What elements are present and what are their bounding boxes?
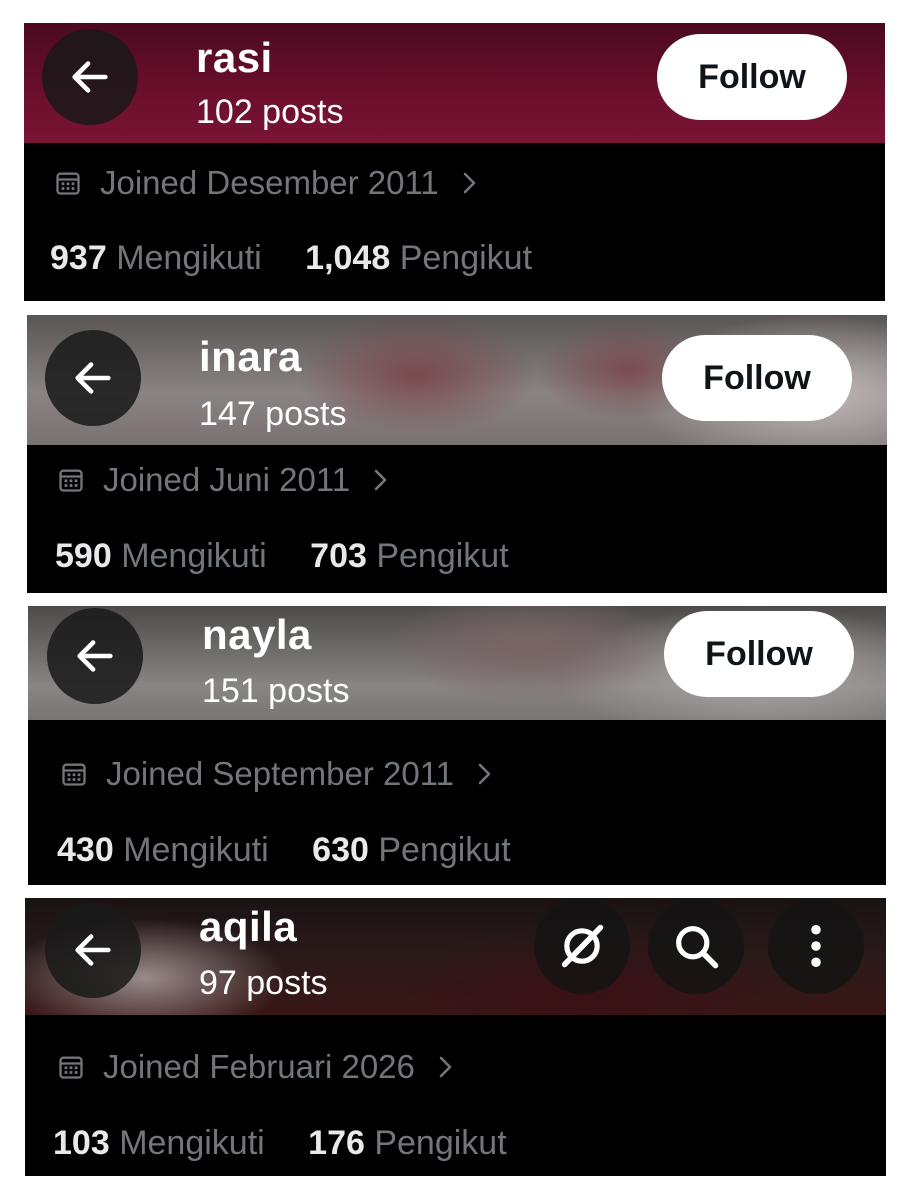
followers-label: Pengikut [376, 537, 509, 575]
following-label: Mengikuti [121, 537, 267, 575]
grok-button[interactable] [534, 898, 630, 994]
joined-date-row[interactable]: Joined September 2011 [60, 757, 494, 790]
follow-button[interactable]: Follow [662, 335, 852, 421]
back-button[interactable] [47, 608, 143, 704]
search-button[interactable] [648, 898, 744, 994]
following-stat[interactable]: 590 Mengikuti [55, 539, 267, 573]
profile-name: aqila [199, 903, 298, 950]
chevron-right-icon [374, 469, 387, 490]
followers-label: Pengikut [378, 831, 511, 869]
profile-card-aqila: aqila 97 posts Joined Februari 2026 103 … [25, 898, 886, 1176]
joined-text: Joined Desember 2011 [100, 164, 439, 201]
following-count: 430 [57, 831, 114, 869]
follow-stats: 590 Mengikuti 703 Pengikut [55, 539, 509, 573]
calendar-icon [59, 1056, 83, 1079]
profile-name: inara [199, 333, 302, 380]
followers-stat[interactable]: 703 Pengikut [310, 539, 509, 573]
followers-count: 176 [308, 1124, 365, 1162]
profile-name: nayla [202, 611, 312, 658]
following-count: 103 [53, 1124, 110, 1162]
joined-date-row[interactable]: Joined Desember 2011 [54, 166, 479, 199]
profile-name: rasi [196, 34, 273, 81]
post-count: 97 posts [199, 964, 328, 1002]
grok-icon [561, 924, 604, 968]
joined-date-row[interactable]: Joined Februari 2026 [57, 1050, 455, 1083]
arrow-left-icon [75, 934, 111, 966]
back-button[interactable] [45, 330, 141, 426]
following-label: Mengikuti [119, 1124, 265, 1162]
profile-header-banner: aqila 97 posts [25, 898, 886, 1015]
chevron-right-icon [439, 1056, 452, 1077]
calendar-icon [59, 469, 83, 492]
followers-count: 1,048 [305, 239, 391, 277]
more-button[interactable] [768, 898, 864, 994]
chevron-right-icon [463, 172, 476, 193]
joined-date-row[interactable]: Joined Juni 2011 [57, 463, 390, 496]
arrow-left-icon [77, 640, 113, 672]
more-vertical-icon [811, 924, 821, 968]
profile-header-banner: nayla 151 posts Follow [28, 606, 886, 720]
followers-stat[interactable]: 630 Pengikut [312, 833, 511, 867]
profile-card-rasi: rasi 102 posts Follow Joined Desember 20… [24, 23, 885, 301]
following-stat[interactable]: 103 Mengikuti [53, 1126, 265, 1160]
following-label: Mengikuti [116, 239, 262, 277]
joined-text: Joined Februari 2026 [103, 1048, 415, 1085]
post-count: 102 posts [196, 93, 344, 131]
profile-card-nayla: nayla 151 posts Follow Joined September … [28, 606, 886, 885]
back-button[interactable] [45, 902, 141, 998]
followers-stat[interactable]: 176 Pengikut [308, 1126, 507, 1160]
post-count: 147 posts [199, 395, 347, 433]
following-count: 590 [55, 537, 112, 575]
profile-card-inara: inara 147 posts Follow Joined Juni 2011 … [27, 315, 887, 593]
followers-count: 630 [312, 831, 369, 869]
calendar-icon [62, 763, 86, 786]
followers-stat[interactable]: 1,048 Pengikut [305, 241, 532, 275]
back-button[interactable] [42, 29, 138, 125]
following-label: Mengikuti [123, 831, 269, 869]
arrow-left-icon [75, 362, 111, 394]
joined-text: Joined Juni 2011 [103, 461, 351, 498]
following-stat[interactable]: 430 Mengikuti [57, 833, 269, 867]
search-icon [676, 926, 719, 969]
follow-stats: 103 Mengikuti 176 Pengikut [53, 1126, 507, 1160]
profile-header-banner: inara 147 posts Follow [27, 315, 887, 445]
joined-text: Joined September 2011 [106, 755, 454, 792]
followers-label: Pengikut [374, 1124, 507, 1162]
follow-stats: 430 Mengikuti 630 Pengikut [57, 833, 511, 867]
post-count: 151 posts [202, 672, 350, 710]
chevron-right-icon [478, 763, 491, 784]
profile-header-banner: rasi 102 posts Follow [24, 23, 885, 143]
follow-stats: 937 Mengikuti 1,048 Pengikut [50, 241, 532, 275]
following-stat[interactable]: 937 Mengikuti [50, 241, 262, 275]
follow-button[interactable]: Follow [664, 611, 854, 697]
following-count: 937 [50, 239, 107, 277]
followers-label: Pengikut [399, 239, 533, 277]
arrow-left-icon [72, 61, 108, 93]
followers-count: 703 [310, 537, 367, 575]
calendar-icon [56, 172, 80, 195]
follow-button[interactable]: Follow [657, 34, 847, 120]
